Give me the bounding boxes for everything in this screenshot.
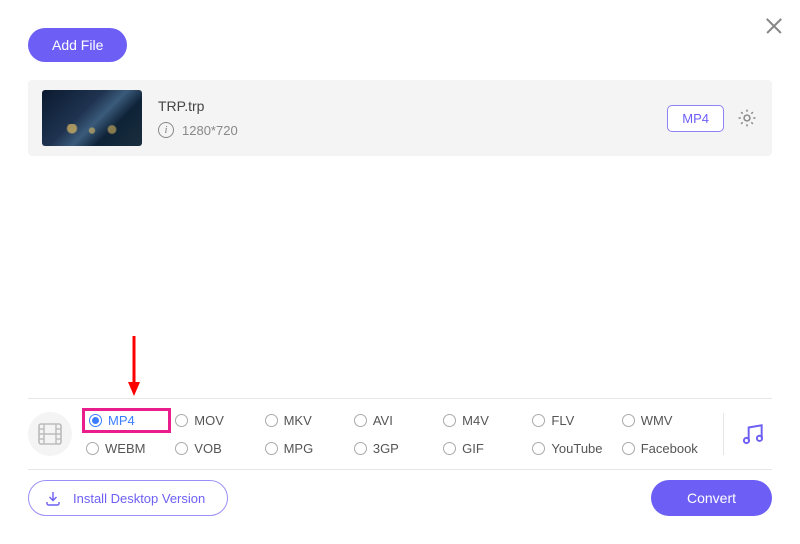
format-label: MPG [284,441,314,456]
radio-icon [532,442,545,455]
music-icon[interactable] [740,421,766,447]
radio-icon [265,414,278,427]
format-label: FLV [551,413,574,428]
file-card: TRP.trp i 1280*720 MP4 [28,80,772,156]
format-option-vob[interactable]: VOB [175,441,260,456]
video-mode-button[interactable] [28,412,72,456]
radio-icon [354,442,367,455]
format-option-mp4[interactable]: MP4 [82,408,171,433]
format-option-mov[interactable]: MOV [175,413,260,428]
format-label: 3GP [373,441,399,456]
format-grid: MP4 MOV MKV AVI M4V FLV WMV WEBM VOB MPG 3GP GIF You… [86,409,707,459]
video-thumbnail[interactable] [42,90,142,146]
format-label: YouTube [551,441,602,456]
output-format-badge[interactable]: MP4 [667,105,724,132]
format-option-mpg[interactable]: MPG [265,441,350,456]
format-option-gif[interactable]: GIF [443,441,528,456]
format-label: Facebook [641,441,698,456]
radio-icon [622,442,635,455]
radio-icon [622,414,635,427]
format-option-3gp[interactable]: 3GP [354,441,439,456]
format-option-m4v[interactable]: M4V [443,413,528,428]
radio-icon [175,442,188,455]
file-meta: TRP.trp i 1280*720 [158,98,667,138]
file-resolution: 1280*720 [182,123,238,138]
format-option-mkv[interactable]: MKV [265,413,350,428]
format-label: WEBM [105,441,145,456]
format-label: MP4 [108,413,135,428]
radio-icon [443,442,456,455]
radio-icon [265,442,278,455]
format-label: VOB [194,441,221,456]
add-file-button[interactable]: Add File [28,28,127,62]
radio-icon [443,414,456,427]
format-label: M4V [462,413,489,428]
annotation-arrow-icon [128,334,140,396]
format-label: WMV [641,413,673,428]
format-label: GIF [462,441,484,456]
format-option-facebook[interactable]: Facebook [622,441,707,456]
format-label: AVI [373,413,393,428]
download-icon [45,490,61,506]
format-option-wmv[interactable]: WMV [622,413,707,428]
close-icon[interactable] [764,16,784,36]
radio-icon [175,414,188,427]
file-name: TRP.trp [158,98,667,114]
format-option-youtube[interactable]: YouTube [532,441,617,456]
install-desktop-label: Install Desktop Version [73,491,205,506]
format-option-webm[interactable]: WEBM [86,441,171,456]
format-option-avi[interactable]: AVI [354,413,439,428]
radio-icon [89,414,102,427]
info-icon[interactable]: i [158,122,174,138]
format-picker: MP4 MOV MKV AVI M4V FLV WMV WEBM VOB MPG 3GP GIF You… [28,398,772,470]
radio-icon [86,442,99,455]
radio-icon [532,414,545,427]
format-option-flv[interactable]: FLV [532,413,617,428]
format-label: MOV [194,413,224,428]
format-label: MKV [284,413,312,428]
gear-icon[interactable] [736,107,758,129]
footer: Install Desktop Version Convert [28,480,772,516]
divider [723,413,724,455]
radio-icon [354,414,367,427]
install-desktop-button[interactable]: Install Desktop Version [28,480,228,516]
film-icon [38,423,62,445]
convert-button[interactable]: Convert [651,480,772,516]
